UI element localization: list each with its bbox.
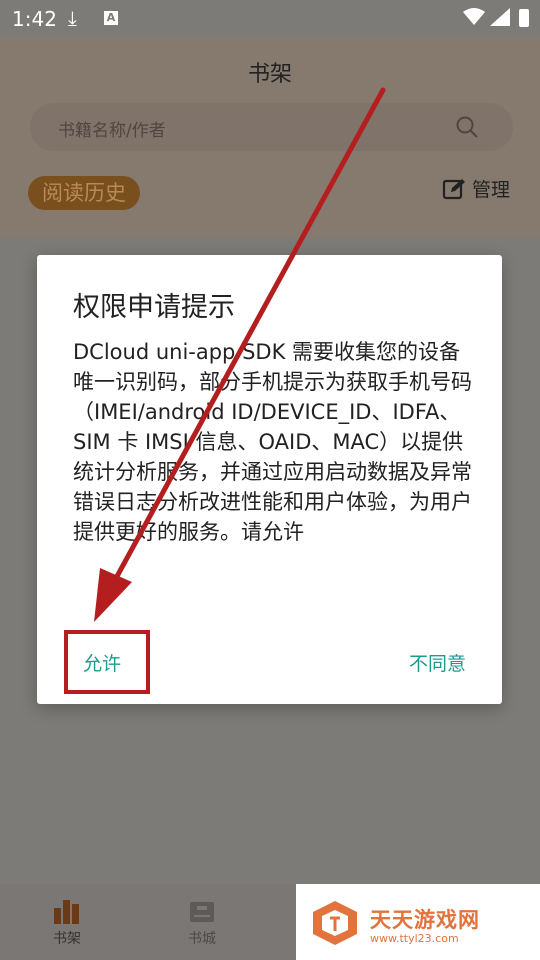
pointer-arrow-icon xyxy=(94,87,386,622)
